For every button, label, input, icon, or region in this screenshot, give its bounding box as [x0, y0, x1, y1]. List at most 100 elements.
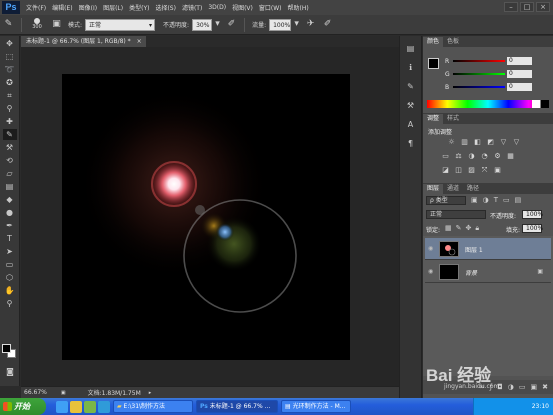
exposure-icon[interactable]: ◩ — [486, 138, 495, 146]
invert-icon[interactable]: ◪ — [441, 166, 450, 174]
red-value[interactable]: 0 — [507, 57, 532, 65]
slider-blue[interactable]: B 0 — [445, 83, 551, 91]
crop-tool-icon[interactable]: ⌗ — [3, 90, 17, 101]
slider-red[interactable]: R 0 — [445, 57, 551, 65]
eyedropper-tool-icon[interactable]: ⚲ — [3, 103, 17, 114]
dodge-tool-icon[interactable]: ● — [3, 207, 17, 218]
gradient-tool-icon[interactable]: ▤ — [3, 181, 17, 192]
menu-file[interactable]: 文件(F) — [26, 3, 46, 12]
marquee-tool-icon[interactable]: ⬚ — [3, 51, 17, 62]
chat-icon[interactable] — [98, 400, 110, 413]
document-tab[interactable]: 未标题-1 @ 66.7% (图层 1, RGB/8) * × — [21, 36, 146, 47]
visibility-eye-icon[interactable]: ◉ — [428, 246, 435, 252]
mode-select[interactable]: 正常 ▾ — [85, 18, 156, 31]
threshold-icon[interactable]: ▨ — [467, 166, 476, 174]
quick-select-tool-icon[interactable]: ✪ — [3, 77, 17, 88]
black-white-icon[interactable]: ◑ — [467, 152, 476, 160]
clone-stamp-tool-icon[interactable]: ⚒ — [3, 142, 17, 153]
maximize-button[interactable]: □ — [520, 2, 534, 12]
color-spectrum-bar[interactable] — [427, 100, 549, 108]
red-slider-track[interactable] — [453, 60, 505, 62]
filter-type-icon[interactable]: T — [494, 196, 498, 204]
browser-icon[interactable] — [56, 400, 68, 413]
move-tool-icon[interactable]: ✥ — [3, 38, 17, 49]
eraser-tool-icon[interactable]: ▱ — [3, 168, 17, 179]
pressure-size-icon[interactable]: ✐ — [321, 18, 334, 31]
menu-layer[interactable]: 图层(L) — [103, 3, 123, 12]
layer-kind-filter[interactable]: ρ 类型 — [426, 196, 466, 205]
brush-preset-picker[interactable]: 300 — [26, 17, 48, 32]
canvas-workspace[interactable] — [21, 47, 399, 386]
flow-slider-toggle-icon[interactable]: ▾ — [293, 18, 300, 31]
brush-tool-preset-icon[interactable]: ✎ — [2, 18, 15, 31]
tab-adjustments[interactable]: 调整 — [423, 114, 444, 124]
shape-tool-icon[interactable]: ▭ — [3, 259, 17, 270]
color-swatches[interactable] — [2, 344, 18, 358]
green-value[interactable]: 0 — [507, 70, 532, 78]
selective-color-icon[interactable]: ⤧ — [480, 166, 489, 174]
tab-channels[interactable]: 通道 — [443, 184, 463, 194]
layer-name[interactable]: 背景 — [465, 268, 477, 277]
status-menu-icon[interactable]: ▸ — [149, 390, 152, 396]
hand-tool-icon[interactable]: ✋ — [3, 285, 17, 296]
close-window-button[interactable]: × — [536, 2, 550, 12]
pen-tool-icon[interactable]: ✒ — [3, 220, 17, 231]
tab-paths[interactable]: 路径 — [463, 184, 483, 194]
3d-tool-icon[interactable]: ⬡ — [3, 272, 17, 283]
properties-panel-icon[interactable]: ℹ — [403, 61, 418, 74]
tab-swatches[interactable]: 色板 — [443, 37, 463, 47]
close-tab-icon[interactable]: × — [137, 38, 142, 45]
blur-tool-icon[interactable]: ◆ — [3, 194, 17, 205]
paragraph-panel-icon[interactable]: ¶ — [403, 137, 418, 150]
history-brush-tool-icon[interactable]: ⟲ — [3, 155, 17, 166]
clone-source-panel-icon[interactable]: ⚒ — [403, 99, 418, 112]
lock-pixels-icon[interactable]: ✎ — [456, 224, 462, 233]
menu-type[interactable]: 类型(Y) — [129, 3, 149, 12]
brush-tool-icon[interactable]: ✎ — [2, 129, 17, 140]
tab-styles[interactable]: 样式 — [443, 114, 463, 124]
flow-input[interactable]: 100% — [269, 18, 292, 31]
spectrum-black-white[interactable] — [532, 100, 549, 108]
opacity-input[interactable]: 30% — [192, 18, 213, 31]
menu-3d[interactable]: 3D(D) — [208, 4, 226, 11]
taskbar-item-explorer[interactable]: ▰ E:\31\制作方法 — [113, 400, 193, 413]
levels-icon[interactable]: ▥ — [460, 138, 469, 146]
clock[interactable]: 23:10 — [532, 403, 549, 410]
opacity-slider-toggle-icon[interactable]: ▾ — [214, 18, 221, 31]
filter-smart-object-icon[interactable]: ▤ — [515, 196, 522, 204]
character-panel-icon[interactable]: A — [403, 118, 418, 131]
color-panel-fg-swatch[interactable] — [428, 58, 439, 69]
gradient-map-icon[interactable]: ▣ — [493, 166, 502, 174]
layer-name[interactable]: 图层 1 — [465, 245, 483, 254]
menu-help[interactable]: 帮助(H) — [288, 3, 309, 12]
zoom-menu-icon[interactable]: ▣ — [61, 390, 66, 396]
menu-select[interactable]: 选择(S) — [155, 3, 176, 12]
color-balance-icon[interactable]: ⚖ — [454, 152, 463, 160]
history-panel-icon[interactable]: ▤ — [403, 42, 418, 55]
blend-mode-select[interactable]: 正常 — [426, 210, 486, 219]
taskbar-item-photoshop[interactable]: Ps 未标题-1 @ 66.7% ... — [196, 400, 278, 413]
layer-opacity-input[interactable]: 100% — [522, 210, 543, 219]
layer-row-background[interactable]: ◉ 背景 ▣ — [425, 261, 551, 283]
brush-panel-toggle-icon[interactable]: ▣ — [50, 18, 63, 31]
path-select-tool-icon[interactable]: ➤ — [3, 246, 17, 257]
minimize-button[interactable]: – — [504, 2, 518, 12]
media-icon[interactable] — [84, 400, 96, 413]
tab-color[interactable]: 颜色 — [423, 37, 444, 47]
filter-adjustment-icon[interactable]: ◑ — [483, 196, 489, 204]
blue-value[interactable]: 0 — [507, 83, 532, 91]
vibrance-icon[interactable]: ▽ — [499, 138, 508, 146]
blue-slider-track[interactable] — [453, 86, 505, 88]
fill-input[interactable]: 100% — [522, 224, 543, 233]
type-tool-icon[interactable]: T — [3, 233, 17, 244]
lock-transparent-icon[interactable]: ▦ — [445, 224, 452, 233]
layer-row-layer-1[interactable]: ◉ 图层 1 — [425, 238, 551, 260]
zoom-level[interactable]: 66.67% — [24, 389, 47, 396]
filter-shape-icon[interactable]: ▭ — [503, 196, 510, 204]
brightness-contrast-icon[interactable]: ☼ — [447, 138, 456, 146]
menu-image[interactable]: 图像(I) — [79, 3, 97, 12]
hue-saturation-icon[interactable]: ▭ — [441, 152, 450, 160]
posterize-icon[interactable]: ◫ — [454, 166, 463, 174]
brush-panel-icon[interactable]: ✎ — [403, 80, 418, 93]
gradient-map-adj-icon[interactable]: ▽ — [512, 138, 521, 146]
